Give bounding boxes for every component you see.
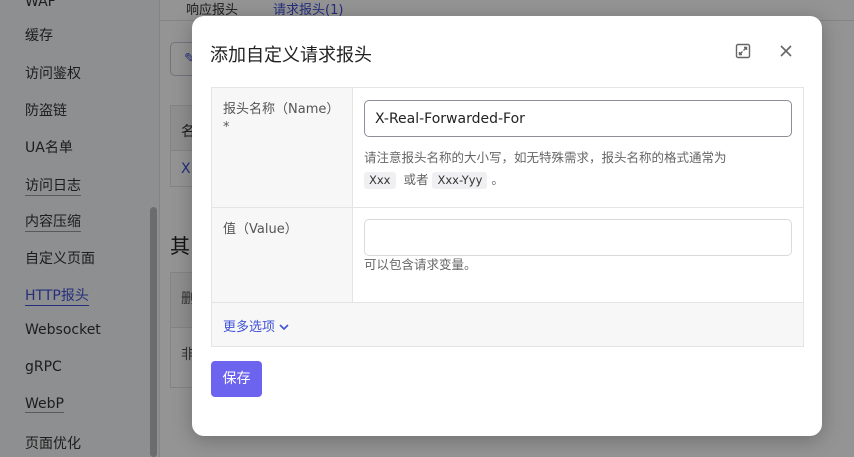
name-label: 报头名称（Name） (223, 102, 340, 117)
form-row-value: 值（Value） 可以包含请求变量。 (212, 208, 803, 303)
name-label-cell: 报头名称（Name） * (212, 88, 353, 207)
name-field-cell: 请注意报头名称的大小写，如无特殊需求，报头名称的格式通常为 Xxx 或者 Xxx… (353, 88, 803, 207)
value-label-cell: 值（Value） (212, 208, 353, 302)
header-form: 报头名称（Name） * 请注意报头名称的大小写，如无特殊需求，报头名称的格式通… (211, 87, 804, 347)
expand-icon[interactable] (733, 43, 753, 63)
form-row-name: 报头名称（Name） * 请注意报头名称的大小写，如无特殊需求，报头名称的格式通… (212, 88, 803, 208)
hint-period: 。 (491, 172, 504, 187)
value-field-cell: 可以包含请求变量。 (353, 208, 803, 302)
required-mark: * (223, 120, 230, 135)
name-hint-text: 请注意报头名称的大小写，如无特殊需求，报头名称的格式通常为 (364, 150, 727, 165)
chevron-down-icon (279, 320, 289, 335)
hint-or: 或者 (403, 172, 429, 187)
save-button[interactable]: 保存 (211, 361, 262, 397)
value-hint: 可以包含请求变量。 (364, 257, 477, 272)
name-hint: 请注意报头名称的大小写，如无特殊需求，报头名称的格式通常为 Xxx 或者 Xxx… (364, 147, 794, 191)
value-label: 值（Value） (223, 222, 298, 237)
form-row-more: 更多选项 (212, 303, 803, 346)
more-options-label: 更多选项 (223, 320, 276, 335)
header-name-input[interactable] (364, 100, 792, 137)
example-code: Xxx-Yyy (432, 172, 488, 189)
header-value-input[interactable] (364, 219, 792, 256)
close-icon[interactable] (776, 43, 796, 63)
add-request-header-dialog: 添加自定义请求报头 报头名称（Name） * 请注意报头名称的大小写，如无特殊需… (192, 16, 822, 436)
example-code: Xxx (364, 172, 396, 189)
more-options-link[interactable]: 更多选项 (223, 316, 289, 335)
dialog-title: 添加自定义请求报头 (210, 45, 372, 66)
